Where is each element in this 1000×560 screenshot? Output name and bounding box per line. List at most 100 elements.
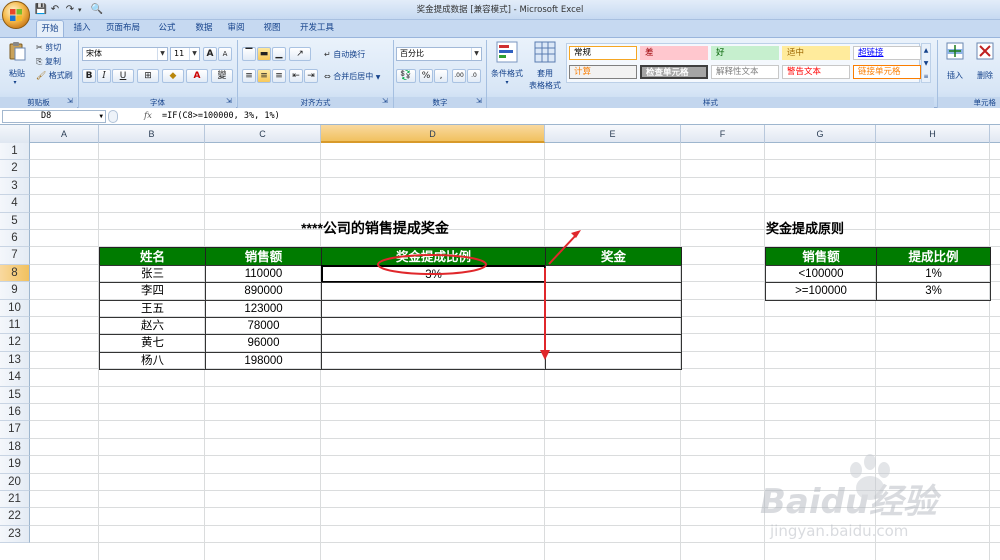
table-cell[interactable]: 198000 bbox=[205, 351, 322, 371]
paste-dropdown-icon[interactable]: ▾ bbox=[0, 79, 30, 89]
row-header-15[interactable]: 15 bbox=[0, 386, 30, 404]
tab-6[interactable]: 视图 bbox=[258, 20, 286, 37]
table-cell[interactable] bbox=[321, 334, 546, 353]
comma-button[interactable]: , bbox=[434, 69, 448, 83]
cell-style-7[interactable]: 解释性文本 bbox=[711, 65, 779, 79]
cell-style-9[interactable]: 链接单元格 bbox=[853, 65, 921, 79]
column-header-H[interactable]: H bbox=[876, 125, 990, 143]
row-header-3[interactable]: 3 bbox=[0, 177, 30, 196]
align-bottom-button[interactable]: ▁ bbox=[272, 47, 286, 61]
tab-1[interactable]: 插入 bbox=[68, 20, 96, 37]
row-header-11[interactable]: 11 bbox=[0, 317, 30, 335]
table-cell[interactable]: 张三 bbox=[99, 264, 206, 284]
cut-button[interactable]: ✂ 剪切 bbox=[36, 41, 72, 55]
save-icon[interactable]: 💾 bbox=[34, 3, 48, 17]
table-cell[interactable] bbox=[321, 317, 546, 336]
table-cell[interactable]: 李四 bbox=[99, 282, 206, 301]
redo-icon[interactable]: ↷ bbox=[63, 3, 77, 17]
row-header-14[interactable]: 14 bbox=[0, 369, 30, 387]
cell-style-1[interactable]: 差 bbox=[640, 46, 708, 60]
row-header-7[interactable]: 7 bbox=[0, 247, 30, 265]
orientation-button[interactable]: ↗ bbox=[289, 47, 311, 61]
table-cell[interactable] bbox=[545, 282, 682, 301]
table-cell[interactable]: 123000 bbox=[205, 299, 322, 318]
column-header-C[interactable]: C bbox=[205, 125, 321, 143]
row-header-16[interactable]: 16 bbox=[0, 404, 30, 422]
paste-button[interactable]: 粘贴 bbox=[4, 41, 30, 78]
conditional-format-button[interactable]: 条件格式 ▾ bbox=[490, 41, 524, 91]
font-dialog-launcher-icon[interactable]: ⇲ bbox=[226, 97, 234, 108]
column-header-B[interactable]: B bbox=[99, 125, 205, 143]
bold-button[interactable]: B bbox=[82, 69, 96, 83]
row-header-6[interactable]: 6 bbox=[0, 230, 30, 248]
phonetic-button[interactable]: 變 bbox=[211, 69, 233, 83]
font-size-combo[interactable]: 11 ▼ bbox=[170, 47, 200, 61]
table-cell[interactable]: 890000 bbox=[205, 282, 322, 301]
table-cell[interactable]: 96000 bbox=[205, 334, 322, 353]
align-center-button[interactable]: ≡ bbox=[257, 69, 271, 83]
rule-cell[interactable]: <100000 bbox=[765, 264, 877, 284]
align-top-button[interactable]: ▔ bbox=[242, 47, 256, 61]
column-header-D[interactable]: D bbox=[321, 125, 545, 143]
delete-cells-button[interactable]: 删除 bbox=[971, 41, 999, 91]
align-middle-button[interactable]: ▬ bbox=[257, 47, 271, 61]
select-all-button[interactable] bbox=[0, 125, 30, 143]
row-header-20[interactable]: 20 bbox=[0, 473, 30, 491]
name-box[interactable]: D8 ▼ bbox=[2, 110, 106, 123]
increase-indent-button[interactable]: ⇥ bbox=[304, 69, 318, 83]
row-header-23[interactable]: 23 bbox=[0, 525, 30, 544]
tab-2[interactable]: 页面布局 bbox=[102, 20, 144, 37]
table-cell[interactable] bbox=[321, 351, 546, 371]
table-cell[interactable] bbox=[545, 334, 682, 353]
row-header-22[interactable]: 22 bbox=[0, 508, 30, 526]
table-cell[interactable]: 王五 bbox=[99, 299, 206, 318]
row-header-5[interactable]: 5 bbox=[0, 212, 30, 230]
table-cell[interactable] bbox=[321, 299, 546, 318]
table-cell[interactable] bbox=[545, 299, 682, 318]
table-cell[interactable] bbox=[321, 282, 546, 301]
selected-cell-D8[interactable]: 3% bbox=[321, 264, 546, 284]
font-color-button[interactable]: A bbox=[186, 69, 208, 83]
table-cell[interactable]: 赵六 bbox=[99, 317, 206, 336]
align-right-button[interactable]: ≡ bbox=[272, 69, 286, 83]
table-cell[interactable] bbox=[545, 264, 682, 284]
format-as-table-button[interactable]: 套用 表格格式 bbox=[528, 41, 562, 91]
format-painter-button[interactable]: 🖌 格式刷 bbox=[36, 69, 76, 83]
shrink-font-button[interactable]: A bbox=[218, 47, 232, 61]
undo-icon[interactable]: ↶ bbox=[48, 3, 62, 17]
row-header-12[interactable]: 12 bbox=[0, 334, 30, 352]
copy-button[interactable]: ⎘ 复制 bbox=[36, 55, 72, 69]
table-cell[interactable] bbox=[545, 351, 682, 371]
italic-button[interactable]: I bbox=[97, 69, 111, 83]
table-cell[interactable]: 110000 bbox=[205, 264, 322, 284]
increase-decimal-button[interactable]: .00 bbox=[452, 69, 466, 83]
row-header-4[interactable]: 4 bbox=[0, 195, 30, 213]
tab-7[interactable]: 开发工具 bbox=[292, 20, 342, 37]
column-header-E[interactable]: E bbox=[545, 125, 681, 143]
formula-bar-grip[interactable] bbox=[108, 110, 118, 123]
row-header-19[interactable]: 19 bbox=[0, 456, 30, 474]
underline-button[interactable]: U bbox=[112, 69, 134, 83]
cell-style-6[interactable]: 检查单元格 bbox=[640, 65, 708, 79]
office-button[interactable] bbox=[2, 1, 30, 29]
row-header-21[interactable]: 21 bbox=[0, 491, 30, 509]
grow-font-button[interactable]: A bbox=[203, 47, 217, 61]
cell-style-5[interactable]: 计算 bbox=[569, 65, 637, 79]
borders-button[interactable]: ⊞ bbox=[137, 69, 159, 83]
row-header-8[interactable]: 8 bbox=[0, 264, 30, 283]
rule-cell[interactable]: 1% bbox=[876, 264, 991, 284]
column-header-F[interactable]: F bbox=[681, 125, 765, 143]
clipboard-dialog-launcher-icon[interactable]: ⇲ bbox=[67, 97, 75, 108]
formula-input[interactable]: =IF(C8>=100000, 3%, 1%) bbox=[162, 108, 280, 125]
currency-button[interactable]: 💱 bbox=[396, 69, 416, 83]
table-cell[interactable]: 黄七 bbox=[99, 334, 206, 353]
column-header-A[interactable]: A bbox=[30, 125, 99, 143]
wrap-text-button[interactable]: ↵ 自动换行 bbox=[324, 48, 394, 62]
align-left-button[interactable]: ≡ bbox=[242, 69, 256, 83]
tab-3[interactable]: 公式 bbox=[152, 20, 182, 37]
alignment-dialog-launcher-icon[interactable]: ⇲ bbox=[382, 97, 390, 108]
decrease-indent-button[interactable]: ⇤ bbox=[289, 69, 303, 83]
row-header-18[interactable]: 18 bbox=[0, 438, 30, 457]
decrease-decimal-button[interactable]: .0 bbox=[467, 69, 481, 83]
fill-color-button[interactable]: ◆ bbox=[162, 69, 184, 83]
